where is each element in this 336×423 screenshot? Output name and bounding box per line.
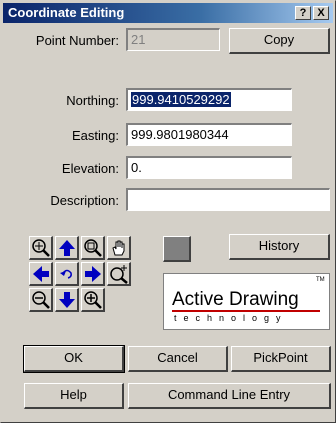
arrow-up-icon[interactable] [55, 236, 79, 260]
undo-view-icon[interactable] [55, 262, 79, 286]
northing-label: Northing: [66, 93, 119, 108]
description-label: Description: [50, 193, 119, 208]
cancel-button[interactable]: Cancel [128, 346, 228, 372]
close-button[interactable]: X [313, 6, 329, 20]
pickpoint-button[interactable]: PickPoint [231, 346, 331, 372]
easting-label: Easting: [72, 128, 119, 143]
help-button[interactable]: Help [24, 383, 124, 409]
history-button[interactable]: History [229, 234, 330, 260]
easting-field[interactable]: 999.9801980344 [126, 123, 292, 146]
pan-hand-icon[interactable] [107, 236, 131, 260]
zoom-out-icon[interactable] [29, 288, 53, 312]
description-field[interactable] [126, 188, 330, 211]
active-drawing-logo: TM Active Drawing technology [163, 273, 330, 330]
logo-subtitle: technology [174, 313, 288, 323]
point-number-label: Point Number: [35, 33, 119, 48]
northing-value: 999.9410529292 [131, 92, 231, 107]
northing-field[interactable]: 999.9410529292 [126, 88, 292, 111]
elevation-label: Elevation: [61, 161, 119, 176]
zoom-extents-icon[interactable] [81, 236, 105, 260]
arrow-down-icon[interactable] [55, 288, 79, 312]
logo-rule [172, 310, 320, 312]
zoom-realtime-icon[interactable] [107, 262, 131, 286]
elevation-field[interactable]: 0. [126, 156, 292, 179]
point-number-field: 21 [126, 28, 220, 51]
ok-button[interactable]: OK [23, 345, 125, 373]
zoom-window-icon[interactable] [29, 236, 53, 260]
zoom-in-icon[interactable] [81, 288, 105, 312]
arrow-left-icon[interactable] [29, 262, 53, 286]
copy-button[interactable]: Copy [229, 28, 330, 54]
logo-trademark: TM [316, 277, 325, 283]
arrow-right-icon[interactable] [81, 262, 105, 286]
color-swatch-button[interactable] [163, 236, 191, 262]
help-context-button[interactable]: ? [295, 6, 311, 20]
coordinate-editing-dialog: Coordinate Editing ? X Point Number: 21 … [0, 0, 336, 423]
dialog-title: Coordinate Editing [8, 5, 125, 20]
logo-title: Active Drawing [172, 289, 299, 310]
title-bar[interactable]: Coordinate Editing ? X [3, 3, 333, 23]
command-line-entry-button[interactable]: Command Line Entry [128, 383, 331, 409]
